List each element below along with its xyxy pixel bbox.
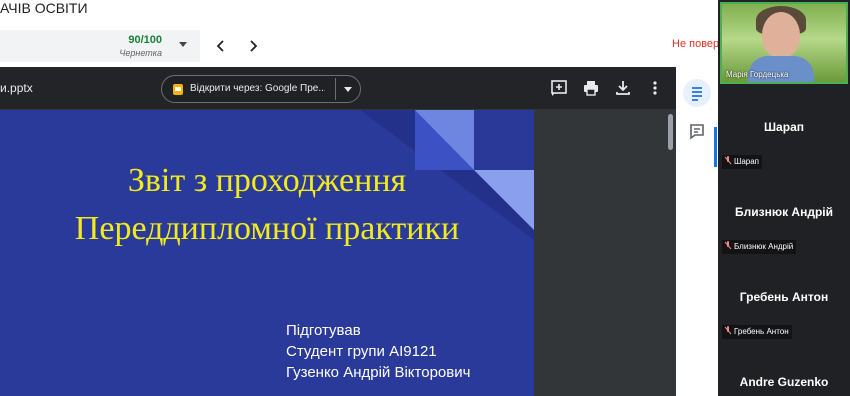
- side-panel-active-indicator: [714, 127, 717, 167]
- presentation-slide: Звіт з проходження Переддипломної практи…: [0, 110, 534, 396]
- unsubmit-button[interactable]: Не повер: [672, 38, 720, 50]
- classroom-grading-screen: АЧІВ ОСВІТИ 90/100 Чернетка Не повер и.p…: [0, 0, 850, 396]
- mic-off-icon: [724, 156, 732, 165]
- slide-decoration: [360, 110, 534, 240]
- open-with-label: Відкрити через: Google Пре...: [190, 83, 325, 94]
- participant-name: Шарап: [764, 120, 804, 134]
- participant-name: Близнюк Андрій: [735, 205, 833, 219]
- viewer-toolbar: и.pptx Відкрити через: Google Пре...: [0, 67, 676, 109]
- description-icon[interactable]: [683, 79, 711, 107]
- grade-score: 90/100: [128, 34, 162, 46]
- download-icon[interactable]: [614, 79, 632, 97]
- participant-tile-label: Шарап: [722, 155, 763, 169]
- page-title: АЧІВ ОСВІТИ: [0, 0, 88, 16]
- slide-body-line: Підготував: [286, 322, 361, 339]
- previous-student-button[interactable]: [208, 33, 234, 59]
- participant-name: Гребень Антон: [739, 290, 829, 304]
- meet-participants-column: Марія Гордецька Шарап Шарап Близнюк Андр…: [718, 0, 850, 396]
- comment-icon[interactable]: [683, 117, 711, 145]
- open-with-button[interactable]: Відкрити через: Google Пре...: [161, 75, 361, 103]
- mic-off-icon: [724, 241, 732, 250]
- more-vert-icon[interactable]: [646, 79, 664, 97]
- file-name: и.pptx: [0, 81, 33, 95]
- self-name-label: Марія Гордецька: [726, 70, 789, 79]
- chevron-down-icon: [179, 42, 187, 47]
- chevron-down-icon[interactable]: [344, 87, 352, 92]
- slide-body-line: Студент групи АІ9121: [286, 343, 437, 360]
- chevron-left-icon: [216, 40, 224, 52]
- participant-name: Andre Guzenko: [739, 375, 829, 389]
- chevron-right-icon: [250, 40, 258, 52]
- add-comment-icon[interactable]: [550, 79, 568, 97]
- slide-title-line-2: Переддипломної практики: [74, 210, 460, 247]
- grade-dropdown[interactable]: 90/100 Чернетка: [0, 30, 200, 62]
- participant-tag: Гребень Антон: [734, 327, 789, 336]
- slide-body-line: Гузенко Андрій Вікторович: [286, 364, 471, 381]
- participant-tile-label: Гребень Антон: [722, 325, 792, 339]
- self-video-tile[interactable]: Марія Гордецька: [720, 2, 848, 84]
- print-icon[interactable]: [582, 79, 600, 97]
- participant-tag: Шарап: [734, 157, 760, 166]
- participant-tag: Близнюк Андрій: [734, 242, 794, 251]
- google-slides-icon: [173, 84, 183, 95]
- next-student-button[interactable]: [240, 33, 266, 59]
- mic-off-icon: [724, 326, 732, 335]
- side-panel: [676, 67, 718, 396]
- slide-title-line-1: Звіт з проходження: [127, 162, 407, 199]
- viewer-scrollbar[interactable]: [668, 114, 673, 150]
- open-with-divider: [335, 78, 336, 100]
- participant-tile-label: Близнюк Андрій: [722, 240, 797, 254]
- grade-status: Чернетка: [119, 48, 162, 58]
- participant-face: [762, 12, 800, 58]
